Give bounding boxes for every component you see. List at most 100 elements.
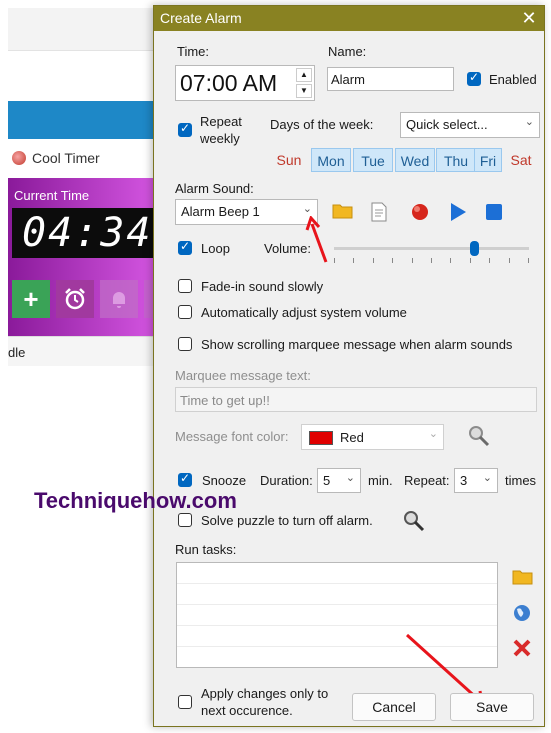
enabled-checkbox[interactable] (467, 70, 481, 86)
message-font-color-label: Message font color: (175, 429, 289, 444)
marquee-checkbox[interactable] (178, 337, 192, 351)
volume-tick (450, 258, 451, 263)
cancel-button[interactable]: Cancel (352, 693, 436, 721)
chevron-down-icon: ⌄ (482, 472, 492, 484)
chevron-down-icon: ⌄ (345, 472, 355, 484)
enabled-label: Enabled (489, 72, 537, 87)
run-tasks-label: Run tasks: (175, 542, 237, 557)
min-label: min. (368, 473, 393, 488)
background-app-title: Cool Timer (32, 150, 100, 166)
cool-timer-logo-icon (12, 151, 26, 165)
time-label: Time: (177, 44, 210, 59)
chevron-down-icon: ⌄ (524, 116, 534, 128)
time-increment-button[interactable]: ▲ (296, 68, 312, 82)
record-icon[interactable] (410, 202, 430, 222)
snooze-duration-dropdown[interactable]: 5 ⌄ (317, 468, 361, 493)
snooze-repeat-value: 3 (460, 473, 468, 488)
delete-icon[interactable] (513, 639, 531, 657)
loop-label: Loop (201, 241, 230, 256)
status-text: dle (8, 345, 26, 360)
time-field[interactable]: 07:00 AM ▲ ▼ (175, 65, 315, 101)
close-icon[interactable]: ✕ (518, 7, 540, 29)
volume-tick (431, 258, 432, 263)
globe-icon[interactable] (512, 603, 532, 623)
snooze-repeat-dropdown[interactable]: 3 ⌄ (454, 468, 498, 493)
background-blue-banner (8, 101, 160, 139)
time-value: 07:00 AM (180, 70, 278, 96)
alarm-clock-button[interactable] (56, 280, 94, 318)
save-button[interactable]: Save (450, 693, 534, 721)
marquee-text-value: Time to get up!! (180, 393, 270, 408)
watermark-text: Techniquehow.com (34, 488, 237, 513)
magnifier-icon[interactable] (467, 424, 491, 448)
marquee-text-input[interactable]: Time to get up!! (175, 387, 537, 412)
clock-display: 04:34 P (12, 208, 160, 258)
dialog-title-bar: Create Alarm ✕ (154, 6, 544, 31)
volume-tick (334, 258, 335, 263)
bell-icon (113, 292, 125, 308)
apply-changes-label-line1: Apply changes only to (201, 686, 329, 701)
day-toggle-fri[interactable]: Fri (474, 148, 502, 172)
folder-icon[interactable] (332, 202, 354, 220)
solve-puzzle-label: Solve puzzle to turn off alarm. (201, 513, 373, 528)
snooze-checkbox[interactable] (178, 471, 192, 487)
background-status-bar: dle (8, 336, 160, 367)
auto-adjust-volume-checkbox[interactable] (178, 305, 192, 319)
alarm-sound-value: Alarm Beep 1 (181, 204, 260, 219)
loop-checkbox[interactable] (178, 239, 192, 255)
background-title-bar: Cool Timer (8, 142, 160, 176)
days-of-week-label: Days of the week: (270, 117, 374, 132)
volume-slider-thumb[interactable] (470, 241, 479, 256)
day-toggle-mon[interactable]: Mon (311, 148, 351, 172)
name-label: Name: (328, 44, 367, 59)
magnifier-icon[interactable] (402, 509, 426, 533)
chevron-down-icon: ⌄ (428, 428, 438, 440)
auto-adjust-volume-label: Automatically adjust system volume (201, 305, 407, 320)
name-input[interactable]: Alarm (327, 67, 454, 91)
day-toggle-sun[interactable]: Sun (269, 148, 309, 172)
marquee-text-label: Marquee message text: (175, 368, 311, 383)
repeat-label-line2: weekly (200, 131, 240, 146)
snooze-label: Snooze (202, 473, 247, 488)
dialog-title: Create Alarm (160, 10, 242, 26)
time-decrement-button[interactable]: ▼ (296, 84, 312, 98)
volume-label: Volume: (264, 241, 311, 256)
volume-tick (509, 258, 510, 263)
fade-in-checkbox[interactable] (178, 279, 192, 293)
background-toolbar (8, 8, 160, 51)
marquee-label: Show scrolling marquee message when alar… (201, 337, 513, 352)
alarm-sound-dropdown[interactable]: Alarm Beep 1 ⌄ (175, 199, 318, 225)
day-toggle-wed[interactable]: Wed (395, 148, 435, 172)
background-timer-panel: Current Time 04:34 P + (8, 178, 160, 336)
folder-icon[interactable] (512, 568, 534, 586)
add-timer-button[interactable]: + (12, 280, 50, 318)
alarm-clock-icon (65, 288, 85, 310)
day-toggle-tue[interactable]: Tue (353, 148, 393, 172)
background-app-window: Cool Timer Current Time 04:34 P + dle (0, 0, 160, 733)
volume-slider-track (334, 247, 529, 250)
background-empty-area (0, 366, 160, 733)
repeat-label-line1: Repeat (200, 114, 242, 129)
volume-tick (373, 258, 374, 263)
font-color-dropdown[interactable]: Red ⌄ (301, 424, 444, 450)
day-toggle-sat[interactable]: Sat (504, 148, 538, 172)
snooze-duration-value: 5 (323, 473, 331, 488)
duration-label: Duration: (260, 473, 313, 488)
name-value: Alarm (331, 72, 365, 87)
bell-button[interactable] (100, 280, 138, 318)
apply-changes-checkbox[interactable] (178, 695, 192, 709)
quick-select-dropdown[interactable]: Quick select... ⌄ (400, 112, 540, 138)
document-icon[interactable] (370, 202, 388, 222)
volume-slider[interactable] (334, 241, 529, 266)
volume-tick (489, 258, 490, 263)
day-toggle-thu[interactable]: Thu (436, 148, 476, 172)
quick-select-value: Quick select... (406, 117, 488, 132)
repeat-weekly-checkbox[interactable] (178, 121, 192, 137)
color-swatch (309, 431, 333, 445)
play-icon[interactable] (448, 202, 468, 222)
apply-changes-label-line2: next occurence. (201, 703, 293, 718)
stop-icon[interactable] (485, 203, 503, 221)
solve-puzzle-checkbox[interactable] (178, 513, 192, 527)
font-color-value: Red (340, 430, 364, 445)
create-alarm-dialog: Create Alarm ✕ Time: 07:00 AM ▲ ▼ Name: … (34, 5, 545, 727)
